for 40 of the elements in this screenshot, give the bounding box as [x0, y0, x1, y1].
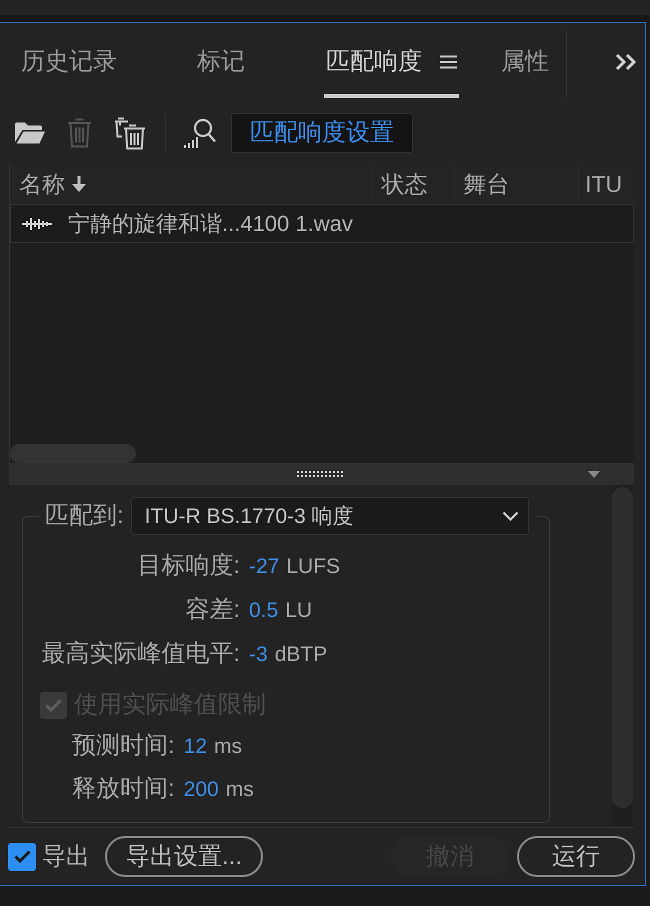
file-name: 宁静的旋律和谐...4100 1.wav: [68, 212, 353, 234]
magnifier-bars-icon[interactable]: [183, 117, 216, 149]
settings-button[interactable]: 匹配响度设置: [231, 113, 413, 153]
triangle-down-icon[interactable]: [588, 470, 600, 478]
grip-icon: [297, 471, 343, 477]
unit-label: ms: [214, 736, 242, 756]
tab[interactable]: 属性: [499, 23, 551, 98]
value-scrubber[interactable]: 12: [184, 736, 208, 756]
tab[interactable]: 历史记录: [19, 23, 119, 98]
field-label: 匹配到:: [44, 504, 124, 528]
checkmark-icon: [45, 698, 62, 712]
checkmark-icon: [14, 850, 30, 863]
waveform-icon: [22, 216, 52, 230]
field-label: 预测时间:: [72, 734, 175, 758]
checkbox-label: 导出: [42, 844, 90, 868]
column-header[interactable]: 状态: [372, 165, 454, 203]
field-label: 容差:: [184, 598, 240, 622]
unit-label: LUFS: [286, 556, 340, 576]
value-scrubber[interactable]: 0.5: [249, 600, 278, 620]
folder-icon[interactable]: [15, 122, 45, 144]
chevron-down-icon: [502, 511, 519, 521]
menu-icon[interactable]: [440, 54, 457, 68]
double-chevron-icon[interactable]: [615, 52, 637, 70]
checkbox[interactable]: [8, 842, 36, 870]
unit-label: ms: [226, 778, 254, 800]
footer-button[interactable]: 运行: [517, 836, 635, 877]
unit-label: LU: [285, 600, 312, 620]
value-scrubber[interactable]: -27: [249, 556, 280, 576]
value-scrubber[interactable]: -3: [249, 644, 268, 664]
trash-stack-icon[interactable]: [114, 116, 146, 150]
value-scrubber[interactable]: 200: [184, 778, 219, 800]
footer-button[interactable]: 导出设置...: [105, 836, 263, 877]
tab[interactable]: 标记: [195, 23, 247, 98]
tab[interactable]: 匹配响度: [324, 23, 459, 98]
unit-label: dBTP: [274, 644, 328, 664]
dropdown[interactable]: ITU-R BS.1770-3 响度: [130, 497, 529, 535]
field-label: 目标响度:: [136, 554, 240, 578]
field-label: 释放时间:: [72, 777, 175, 801]
file-row[interactable]: 宁静的旋律和谐...4100 1.wav: [10, 204, 634, 243]
field-label: 最高实际峰值电平:: [40, 642, 240, 666]
